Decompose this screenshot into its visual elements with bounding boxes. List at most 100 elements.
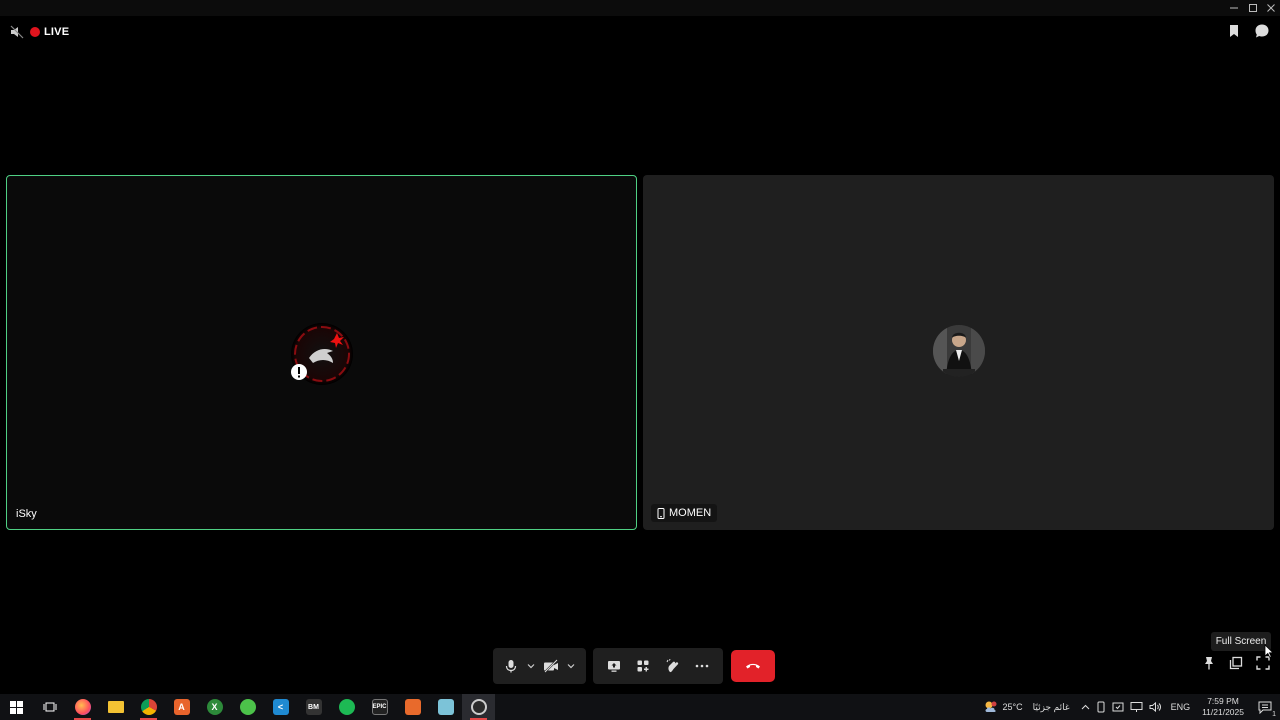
start-button[interactable] (0, 694, 33, 720)
participant-name: MOMEN (651, 504, 718, 522)
meeting-status-bar: LIVE (10, 23, 69, 41)
call-controls-av (493, 648, 586, 684)
live-indicator: LIVE (30, 26, 69, 38)
bookmark-button[interactable] (1228, 24, 1240, 38)
window-titlebar (0, 0, 1280, 16)
taskbar-app-browser[interactable] (231, 694, 264, 720)
taskbar-app-chrome[interactable] (132, 694, 165, 720)
bm-icon: BM (305, 699, 322, 715)
notifications-icon (1258, 701, 1272, 714)
avatar (933, 325, 985, 377)
tray-volume-icon[interactable] (1146, 694, 1165, 720)
spotify-icon (338, 699, 355, 715)
epic-games-icon: EPIC (371, 699, 388, 715)
maximize-icon (1249, 4, 1257, 12)
tray-network-icon[interactable] (1127, 694, 1146, 720)
share-screen-icon (607, 661, 620, 672)
more-options-button[interactable] (690, 652, 714, 680)
participant-name: iSky (16, 508, 37, 520)
phone-icon (657, 507, 665, 519)
firefox-icon (74, 699, 91, 715)
task-view-button[interactable] (33, 694, 66, 720)
pin-button[interactable] (1202, 656, 1216, 670)
apps-grid-icon (637, 660, 649, 672)
maximize-button[interactable] (1244, 0, 1262, 16)
taskbar-app-package[interactable] (396, 694, 429, 720)
mouse-cursor-icon (1264, 644, 1274, 658)
full-screen-tooltip: Full Screen (1211, 632, 1271, 651)
weather-condition: غائم جزئيًا (1032, 701, 1070, 712)
minimize-button[interactable] (1225, 0, 1243, 16)
weather-temperature: 25°C (1002, 702, 1023, 712)
security-icon (1112, 702, 1124, 712)
notifications-button[interactable]: 1 (1250, 694, 1280, 720)
participant-name-label: MOMEN (669, 507, 712, 519)
apps-button[interactable] (631, 652, 655, 680)
taskbar-app-epic[interactable]: EPIC (363, 694, 396, 720)
taskbar-app-obs[interactable] (462, 694, 495, 720)
participant-tile-momen[interactable]: MOMEN (643, 175, 1274, 530)
taskbar-app-vscode[interactable]: < (264, 694, 297, 720)
device-icon (1097, 701, 1105, 713)
windows-logo-icon (10, 700, 23, 714)
notepad-icon (437, 699, 454, 715)
tray-device-icon[interactable] (1093, 694, 1109, 720)
taskbar-app-xbox[interactable]: X (198, 694, 231, 720)
camera-off-icon (544, 659, 558, 673)
full-screen-button[interactable] (1256, 656, 1270, 670)
package-icon (404, 699, 421, 715)
view-controls (1202, 656, 1270, 670)
pin-icon (1205, 657, 1213, 670)
avatar-photo (933, 325, 985, 377)
tooltip-text: Full Screen (1215, 636, 1267, 647)
chevron-down-icon (567, 664, 575, 669)
folder-icon (107, 701, 124, 713)
close-button[interactable] (1262, 0, 1280, 16)
chat-button[interactable] (1254, 23, 1270, 39)
system-tray: 25°C غائم جزئيًا ENG 7:59 PM 11/21/2025 … (980, 694, 1280, 720)
hang-up-icon (746, 663, 760, 669)
ardour-icon: A (173, 699, 190, 715)
camera-options-button[interactable] (563, 652, 579, 680)
taskbar-app-notepad[interactable] (429, 694, 462, 720)
notification-count: 1 (1272, 711, 1276, 718)
alert-badge (291, 364, 307, 380)
taskbar-app-firefox[interactable] (66, 694, 99, 720)
windows-taskbar: A X < BM EPIC 25°C غائم جزئيًا ENG 7:59 … (0, 694, 1280, 720)
call-controls-actions (593, 648, 723, 684)
live-label: LIVE (44, 26, 70, 38)
chat-icon (1255, 24, 1269, 38)
participant-tile-isky[interactable]: iSky (6, 175, 637, 530)
taskbar-app-file-explorer[interactable] (99, 694, 132, 720)
soundboard-button[interactable] (661, 652, 685, 680)
microphone-button[interactable] (499, 652, 523, 680)
minimize-icon (1230, 7, 1238, 9)
pop-out-icon (1229, 656, 1243, 670)
end-call-button[interactable] (731, 650, 775, 682)
browser-icon (239, 699, 256, 715)
camera-button[interactable] (539, 652, 563, 680)
sparkle-hand-icon (666, 659, 678, 673)
actions-control-group (593, 648, 723, 684)
taskbar-app-spotify[interactable] (330, 694, 363, 720)
chevron-up-icon (1081, 704, 1089, 710)
live-dot-icon (30, 27, 40, 37)
meeting-actions (1228, 23, 1270, 39)
weather-widget[interactable]: 25°C غائم جزئيًا (980, 694, 1078, 720)
xbox-icon: X (206, 699, 223, 715)
microphone-icon (505, 660, 517, 673)
speaker-muted-icon (10, 25, 24, 39)
tray-security-icon[interactable] (1109, 694, 1127, 720)
speaker-button[interactable] (10, 25, 24, 39)
volume-icon (1149, 701, 1161, 713)
taskbar-app-ardour[interactable]: A (165, 694, 198, 720)
taskbar-app-bm[interactable]: BM (297, 694, 330, 720)
microphone-options-button[interactable] (523, 652, 539, 680)
pop-out-button[interactable] (1229, 656, 1243, 670)
clock[interactable]: 7:59 PM 11/21/2025 (1196, 696, 1250, 718)
chevron-down-icon (527, 664, 535, 669)
bookmark-icon (1230, 25, 1238, 37)
input-language-button[interactable]: ENG (1165, 694, 1197, 720)
show-hidden-icons-button[interactable] (1078, 694, 1093, 720)
share-screen-button[interactable] (602, 652, 626, 680)
